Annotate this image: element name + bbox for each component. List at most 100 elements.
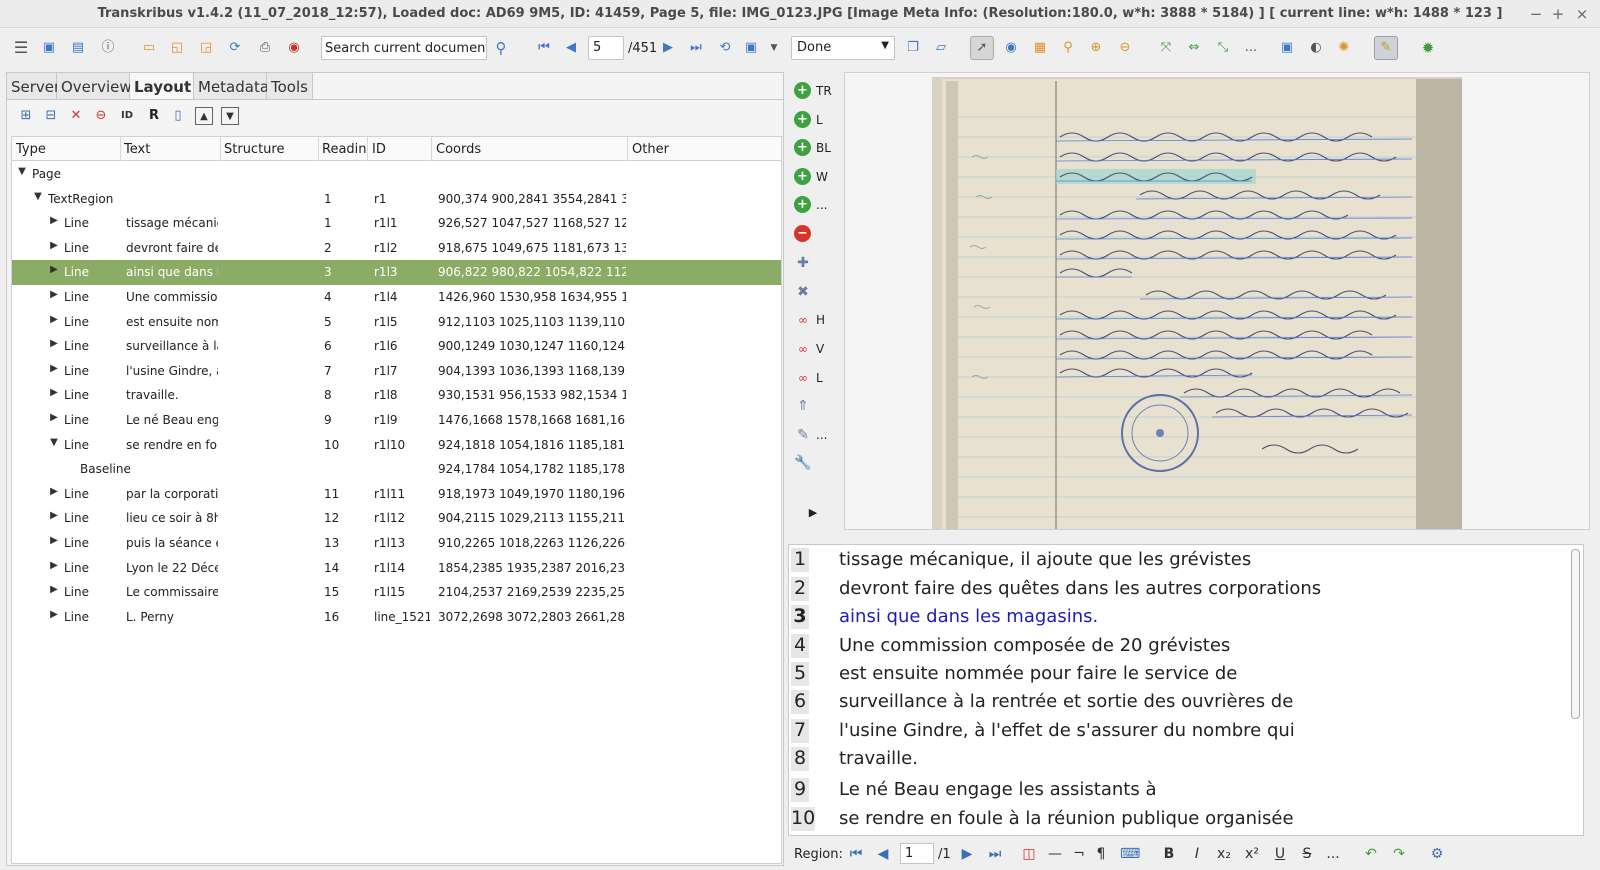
assign-id-icon[interactable]: ID bbox=[118, 107, 136, 125]
merge-button[interactable]: ⇑ bbox=[794, 395, 844, 417]
collapsed-arrow-icon[interactable]: ▶ bbox=[48, 412, 60, 423]
table-row[interactable]: Baseline 924,1784 1054,1782 1185,1782 13 bbox=[12, 457, 781, 482]
column-header-structure[interactable]: Structure bbox=[224, 142, 316, 157]
collapsed-arrow-icon[interactable]: ▶ bbox=[48, 387, 60, 398]
remove-point-button[interactable]: ✖ bbox=[794, 281, 844, 303]
line-text[interactable]: surveillance à la rentrée et sortie des … bbox=[839, 691, 1293, 712]
zoom-icon[interactable]: ⚲ bbox=[1058, 38, 1078, 58]
not-sign-icon[interactable]: ¬ bbox=[1070, 845, 1088, 863]
table-row[interactable]: ▶ Line est ensuite nomr 5 r1l5 912,1103 1025,… bbox=[12, 310, 781, 335]
image-canvas[interactable] bbox=[844, 72, 1590, 530]
menu-icon[interactable]: ☰ bbox=[11, 38, 31, 58]
editor-line[interactable]: 10 se rendre en foule à la réunion publiq… bbox=[789, 807, 1569, 835]
editor-line[interactable]: 2 devront faire des quêtes dans les autre… bbox=[789, 577, 1569, 605]
collapsed-arrow-icon[interactable]: ▶ bbox=[48, 584, 60, 595]
strikethrough-icon[interactable]: S bbox=[1298, 845, 1316, 863]
collapsed-arrow-icon[interactable]: ▶ bbox=[48, 363, 60, 374]
tab-overview[interactable]: Overview bbox=[57, 73, 132, 99]
last-region-icon[interactable]: ⏭ bbox=[986, 845, 1004, 863]
editor-line[interactable]: 7 l'usine Gindre, à l'effet de s'assurer … bbox=[789, 719, 1569, 747]
contrast-icon[interactable]: ◐ bbox=[1306, 38, 1326, 58]
collapsed-arrow-icon[interactable]: ▶ bbox=[48, 486, 60, 497]
column-header-coords[interactable]: Coords bbox=[436, 142, 626, 157]
zoom-in-icon[interactable]: ⊕ bbox=[1086, 38, 1106, 58]
column-header-reading[interactable]: Reading bbox=[322, 142, 366, 157]
expanded-arrow-icon[interactable]: ▼ bbox=[16, 166, 28, 177]
keyboard-icon[interactable]: ⌨ bbox=[1120, 845, 1140, 863]
tab-tools[interactable]: Tools bbox=[267, 73, 313, 99]
add-point-button[interactable]: ✚ bbox=[794, 252, 844, 274]
more-icon[interactable]: ... bbox=[1241, 38, 1261, 58]
line-text[interactable]: Le né Beau engage les assistants à bbox=[839, 779, 1156, 800]
move-up-icon[interactable]: ▲ bbox=[195, 107, 213, 125]
open-local-icon[interactable]: ▣ bbox=[39, 38, 59, 58]
editor-line[interactable]: 8 travaille. bbox=[789, 747, 1569, 775]
collapsed-arrow-icon[interactable]: ▶ bbox=[48, 215, 60, 226]
collapsed-arrow-icon[interactable]: ▶ bbox=[48, 510, 60, 521]
split-line-button[interactable]: ∞ L bbox=[794, 367, 844, 389]
collapsed-arrow-icon[interactable]: ▶ bbox=[48, 535, 60, 546]
transcription-editor[interactable]: 1 tissage mécanique, il ajoute que les gr… bbox=[788, 544, 1584, 836]
minimize-button[interactable]: − bbox=[1526, 4, 1546, 24]
wrench-icon[interactable]: ⚙ bbox=[1428, 845, 1446, 863]
editor-line[interactable]: 1 tissage mécanique, il ajoute que les gr… bbox=[789, 548, 1569, 576]
export-icon[interactable]: ▤ bbox=[68, 38, 88, 58]
next-region-icon[interactable]: ▶ bbox=[958, 845, 976, 863]
prev-page-icon[interactable]: ◀ bbox=[561, 38, 581, 58]
editor-line[interactable]: 5 est ensuite nommée pour faire le servic… bbox=[789, 662, 1569, 690]
add-line-button[interactable]: + L bbox=[794, 109, 844, 131]
line-text[interactable]: est ensuite nommée pour faire le service… bbox=[839, 663, 1237, 684]
sync-icon[interactable]: ⟳ bbox=[225, 38, 245, 58]
table-row[interactable]: ▶ Line Le commissaire : 15 r1l15 2104,2537 21… bbox=[12, 580, 781, 605]
paste-icon[interactable]: ▱ bbox=[931, 38, 951, 58]
table-row[interactable]: ▶ Line travaille. 8 r1l8 930,1531 956,1533 98… bbox=[12, 383, 781, 408]
collapsed-arrow-icon[interactable]: ▶ bbox=[48, 314, 60, 325]
remove-shape-button[interactable]: − bbox=[794, 223, 844, 245]
expanded-arrow-icon[interactable]: ▼ bbox=[32, 191, 44, 202]
table-row[interactable]: ▶ Line surveillance à la 6 r1l6 900,1249 1030… bbox=[12, 334, 781, 359]
column-header-id[interactable]: ID bbox=[372, 142, 428, 157]
clear-icon[interactable]: ◫ bbox=[1020, 845, 1038, 863]
line-text[interactable]: travaille. bbox=[839, 748, 918, 769]
table-row[interactable]: ▶ Line puis la séance es 13 r1l13 910,2265 10… bbox=[12, 531, 781, 556]
collapse-all-icon[interactable]: ⊟ bbox=[42, 107, 60, 125]
save-doc-icon[interactable]: ◲ bbox=[196, 38, 216, 58]
line-text[interactable]: tissage mécanique, il ajoute que les gré… bbox=[839, 549, 1251, 570]
folder-icon[interactable]: ▭ bbox=[139, 38, 159, 58]
last-page-icon[interactable]: ⏭ bbox=[686, 38, 706, 58]
underline-icon[interactable]: U bbox=[1271, 845, 1289, 863]
info-icon[interactable]: ⓘ bbox=[98, 38, 118, 58]
column-divider[interactable] bbox=[627, 137, 628, 161]
fit-height-icon[interactable]: ⤡ bbox=[1213, 38, 1233, 58]
superscript-icon[interactable]: x² bbox=[1243, 845, 1261, 863]
edit-button[interactable]: ✎... bbox=[794, 424, 844, 446]
column-header-other[interactable]: Other bbox=[632, 142, 772, 157]
table-row[interactable]: ▼ Line se rendre en fou 10 r1l10 924,1818 105… bbox=[12, 433, 781, 458]
expand-all-icon[interactable]: ⊞ bbox=[17, 107, 35, 125]
add-word-button[interactable]: + W bbox=[794, 166, 844, 188]
prev-region-icon[interactable]: ◀ bbox=[874, 845, 892, 863]
fit-page-icon[interactable]: ⤧ bbox=[1156, 38, 1176, 58]
table-row[interactable]: ▼ TextRegion 1 r1 900,374 900,2841 3554,2841… bbox=[12, 187, 781, 212]
split-vertical-button[interactable]: ∞ V bbox=[794, 338, 844, 360]
table-row[interactable]: ▶ Line Une commission 4 r1l4 1426,960 1530,95… bbox=[12, 285, 781, 310]
column-header-text[interactable]: Text bbox=[124, 142, 216, 157]
table-row[interactable]: ▼ Page bbox=[12, 162, 781, 187]
bug-icon[interactable]: ✹ bbox=[1418, 38, 1438, 58]
remove-icon[interactable]: ⊖ bbox=[92, 107, 110, 125]
move-down-icon[interactable]: ▼ bbox=[221, 107, 239, 125]
expand-arrow-button[interactable]: ▶ bbox=[794, 502, 844, 524]
redo-icon[interactable]: ↷ bbox=[1390, 845, 1408, 863]
zoom-out-icon[interactable]: ⊖ bbox=[1115, 38, 1135, 58]
table-row[interactable]: ▶ Line devront faire des 2 r1l2 918,675 1049,… bbox=[12, 236, 781, 261]
split-horizontal-button[interactable]: ∞ H bbox=[794, 309, 844, 331]
line-text[interactable]: l'usine Gindre, à l'effet de s'assurer d… bbox=[839, 720, 1295, 741]
search-input[interactable]: Search current document... bbox=[321, 36, 487, 60]
document-image[interactable] bbox=[932, 77, 1462, 529]
undo-icon[interactable]: ↶ bbox=[1362, 845, 1380, 863]
more-format-icon[interactable]: ... bbox=[1324, 845, 1342, 863]
load-icon[interactable]: ◱ bbox=[167, 38, 187, 58]
table-row[interactable]: ▶ Line tissage mécaniq 1 r1l1 926,527 1047,52… bbox=[12, 211, 781, 236]
column-divider[interactable] bbox=[220, 137, 221, 161]
line-text[interactable]: devront faire des quêtes dans les autres… bbox=[839, 578, 1321, 599]
